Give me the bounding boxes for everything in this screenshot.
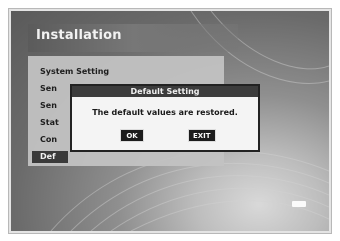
- exit-button[interactable]: EXIT: [188, 129, 216, 142]
- dialog-title: Default Setting: [72, 86, 258, 97]
- menu-item-system-setting[interactable]: System Setting: [40, 67, 109, 76]
- menu-item-sen-1[interactable]: Sen: [40, 84, 57, 93]
- dialog-message: The default values are restored.: [92, 108, 238, 117]
- menu-item-def[interactable]: Def: [32, 151, 68, 163]
- menu-item-sen-2[interactable]: Sen: [40, 101, 57, 110]
- corner-icon: [292, 201, 306, 207]
- default-setting-dialog: Default Setting The default values are r…: [70, 84, 260, 152]
- menu-item-con[interactable]: Con: [40, 135, 57, 144]
- ok-button[interactable]: OK: [120, 129, 144, 142]
- menu-item-stat[interactable]: Stat: [40, 118, 59, 127]
- page-title: Installation: [36, 28, 122, 43]
